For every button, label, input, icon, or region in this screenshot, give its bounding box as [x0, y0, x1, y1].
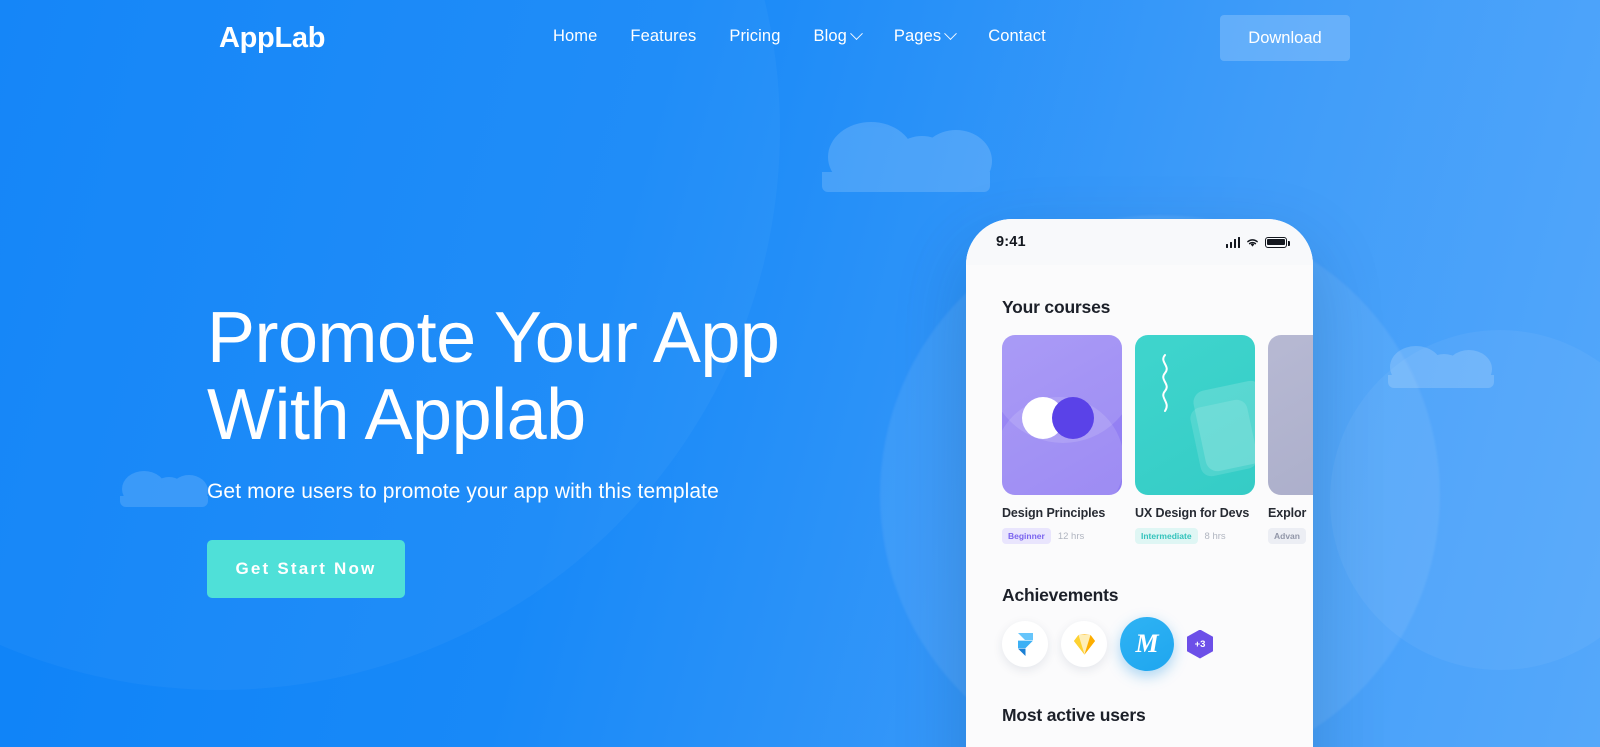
phone-mockup: 9:41 Your courses Design Principles Begi… — [966, 219, 1313, 747]
shape-rect-2 — [1188, 397, 1255, 479]
achievements-list: M +3 — [1002, 617, 1213, 671]
main-navbar: AppLab Home Features Pricing Blog Pages … — [0, 0, 1600, 76]
phone-screen: Your courses Design Principles Beginner … — [966, 265, 1313, 747]
achievement-more-badge[interactable]: +3 — [1187, 629, 1213, 659]
wifi-icon — [1247, 238, 1258, 247]
course-thumbnail — [1002, 335, 1122, 495]
nav-link-home[interactable]: Home — [553, 27, 597, 46]
course-level-badge: Intermediate — [1135, 528, 1198, 544]
cloud-decoration-2 — [120, 471, 208, 507]
active-users-heading: Most active users — [1002, 705, 1146, 725]
courses-heading: Your courses — [1002, 297, 1111, 317]
course-name: Explor — [1268, 506, 1307, 520]
nav-item-pages[interactable]: Pages — [894, 27, 958, 46]
circle-purple-icon — [1052, 397, 1094, 439]
nav-item-home[interactable]: Home — [553, 27, 597, 46]
course-name: UX Design for Devs — [1135, 506, 1250, 520]
nav-link-features[interactable]: Features — [630, 27, 696, 46]
nav-item-contact[interactable]: Contact — [988, 27, 1046, 46]
status-icons — [1225, 236, 1290, 248]
framer-icon — [1017, 632, 1033, 656]
battery-icon — [1265, 236, 1290, 248]
nav-menu: Home Features Pricing Blog Pages Contact — [553, 27, 1046, 46]
course-thumbnail — [1268, 335, 1313, 495]
page-title: Promote Your App With Applab — [207, 298, 780, 455]
hero-subtitle: Get more users to promote your app with … — [207, 480, 719, 503]
chevron-down-icon — [944, 27, 958, 41]
signal-icon — [1225, 236, 1240, 248]
squiggle-icon — [1162, 354, 1168, 412]
nav-item-features[interactable]: Features — [630, 27, 696, 46]
course-level-badge: Beginner — [1002, 528, 1051, 544]
course-thumbnail — [1135, 335, 1255, 495]
achievement-sketch[interactable] — [1061, 621, 1107, 667]
course-duration: 12 hrs — [1057, 530, 1085, 542]
brand-logo[interactable]: AppLab — [219, 22, 325, 55]
download-button[interactable]: Download — [1220, 15, 1350, 61]
nav-item-pricing[interactable]: Pricing — [729, 27, 780, 46]
sketch-icon — [1073, 633, 1095, 654]
achievements-heading: Achievements — [1002, 585, 1119, 605]
phone-status-bar: 9:41 — [966, 219, 1313, 265]
get-start-now-button[interactable]: Get Start Now — [207, 540, 405, 598]
course-duration: 8 hrs — [1204, 530, 1226, 542]
nav-link-pricing[interactable]: Pricing — [729, 27, 780, 46]
phone-frame: 9:41 Your courses Design Principles Begi… — [966, 219, 1313, 747]
achievement-framer[interactable] — [1002, 621, 1048, 667]
course-level-badge: Advan — [1268, 528, 1306, 544]
cloud-decoration-1 — [822, 122, 992, 192]
course-meta: Beginner 12 hrs — [1002, 528, 1122, 544]
hero-content: Promote Your App With Applab Get more us… — [207, 298, 780, 598]
hero-section: AppLab Home Features Pricing Blog Pages … — [0, 0, 1600, 747]
chevron-down-icon — [850, 27, 863, 41]
achievement-marvel[interactable]: M — [1120, 617, 1174, 671]
course-card[interactable]: Design Principles Beginner 12 hrs — [1002, 335, 1122, 544]
cloud-decoration-3 — [1388, 346, 1494, 388]
nav-item-blog[interactable]: Blog — [813, 27, 863, 46]
status-time: 9:41 — [996, 234, 1026, 250]
course-meta: Advan — [1268, 528, 1313, 544]
course-card[interactable]: Explor Advan — [1268, 335, 1313, 544]
nav-link-contact[interactable]: Contact — [988, 27, 1046, 46]
nav-link-blog[interactable]: Blog — [813, 27, 846, 46]
nav-link-pages[interactable]: Pages — [894, 27, 941, 46]
course-meta: Intermediate 8 hrs — [1135, 528, 1255, 544]
course-card[interactable]: UX Design for Devs Intermediate 8 hrs — [1135, 335, 1255, 544]
courses-list: Design Principles Beginner 12 hrs UX Des… — [1002, 335, 1313, 544]
course-name: Design Principles — [1002, 506, 1106, 520]
